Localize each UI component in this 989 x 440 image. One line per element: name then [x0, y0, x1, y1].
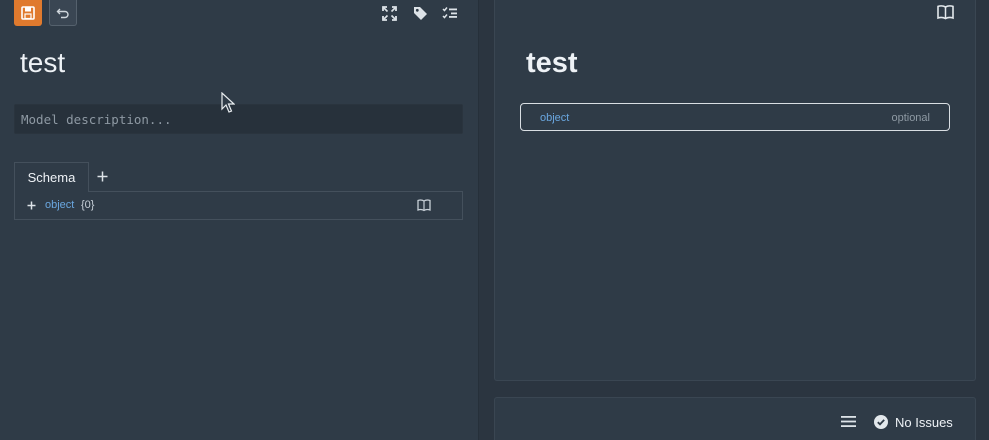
tag-icon	[413, 6, 427, 20]
book-icon	[937, 5, 954, 20]
expand-icon	[381, 5, 397, 21]
preview-pane: test object optional	[494, 0, 976, 381]
book-icon	[417, 199, 431, 212]
undo-icon	[56, 8, 69, 18]
schema-description-button[interactable]	[417, 198, 431, 212]
tag-button[interactable]	[411, 4, 429, 22]
save-button[interactable]	[14, 0, 42, 26]
add-tab-button[interactable]	[94, 168, 110, 184]
preview-property-row[interactable]: object optional	[520, 103, 950, 131]
plus-icon	[27, 201, 35, 209]
menu-button[interactable]	[841, 415, 857, 429]
preview-optional-label: optional	[891, 112, 930, 124]
mouse-cursor-icon	[221, 92, 235, 113]
schema-type-link[interactable]: object	[45, 199, 74, 211]
docs-view-button[interactable]	[937, 4, 955, 22]
check-circle-icon	[874, 415, 888, 429]
model-title[interactable]: test	[20, 47, 65, 79]
add-property-button[interactable]	[25, 199, 37, 211]
plus-icon	[97, 171, 107, 181]
model-description-input[interactable]	[14, 104, 463, 134]
save-icon	[21, 6, 35, 20]
editor-pane: test Schema object {0}	[0, 0, 479, 440]
issues-status[interactable]: No Issues	[895, 415, 953, 430]
status-bar: No Issues	[494, 397, 976, 440]
undo-button[interactable]	[49, 0, 77, 26]
preview-title: test	[526, 47, 578, 79]
preview-type-label: object	[540, 112, 570, 124]
checklist-button[interactable]	[441, 4, 459, 22]
menu-icon	[841, 416, 856, 427]
schema-root-row: object {0}	[14, 191, 463, 220]
schema-property-count: {0}	[81, 199, 95, 211]
checklist-icon	[442, 6, 457, 19]
tab-schema[interactable]: Schema	[14, 162, 89, 192]
expand-button[interactable]	[380, 4, 398, 22]
